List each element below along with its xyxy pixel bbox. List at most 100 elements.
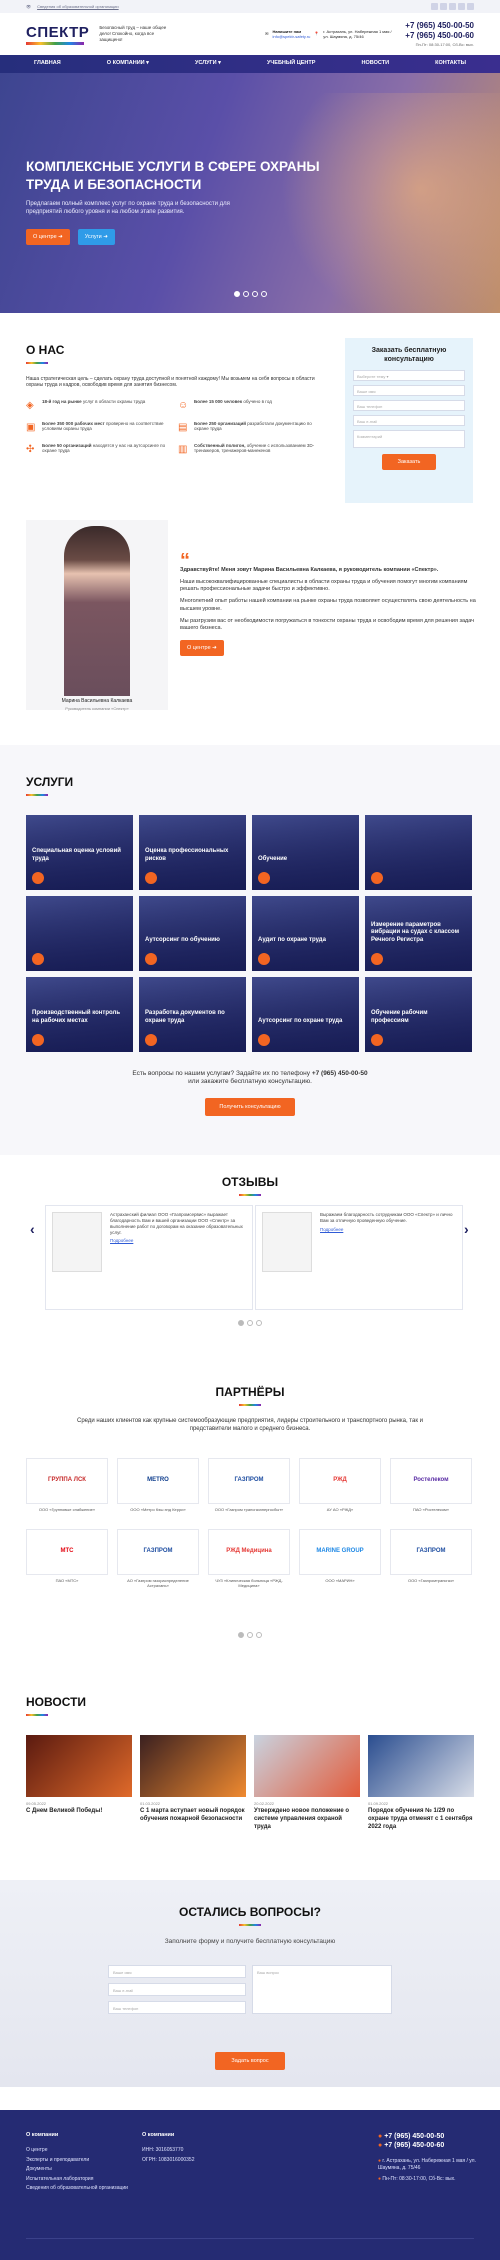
nav-contacts[interactable]: Контакты [435,60,466,67]
service-tile[interactable]: Аудит по охране труда [252,896,359,971]
partner-item[interactable]: ГАЗПРОМ ООО «Газпромтрансгаз» [390,1529,472,1590]
email-field[interactable]: Ваш e-mail [353,415,465,427]
service-tile[interactable]: Специальная оценка условий труда [26,815,133,890]
nav-services[interactable]: Услуги ▾ [195,60,221,67]
slider-dot[interactable] [233,291,240,297]
name-field[interactable]: Ваше имя [353,385,465,397]
partners-dots [0,1632,500,1638]
review-letter[interactable] [262,1212,312,1272]
news-item[interactable]: 20.02.2022 Утверждено новое положение о с… [254,1735,360,1832]
service-tile[interactable]: Аутсорсинг по обучению [139,896,246,971]
contact-email-field[interactable]: Ваш e-mail [108,1983,246,1996]
ask-question-button[interactable]: Задать вопрос [215,2052,285,2070]
partner-item[interactable]: METRO ООО «Метро Кэш энд Керри» [117,1458,199,1519]
service-tile[interactable]: Измерение параметров вибрации на судах с… [365,896,472,971]
service-tile[interactable]: Производственный контроль на рабочих мес… [26,977,133,1052]
footer-link[interactable]: Эксперты и преподаватели [26,2157,136,2164]
feature-item: ▥ Собственный полигон, обучение с использ… [178,442,315,455]
reviews-prev-icon[interactable]: ‹ [30,1220,35,1238]
reviews-next-icon[interactable]: › [464,1220,469,1238]
contact-text: Заполните форму и получите бесплатную ко… [164,1937,336,1945]
partner-item[interactable]: МТС ПАО «МТС» [26,1529,108,1590]
top-link[interactable]: Сведения об образовательной организации [37,4,119,9]
service-tile[interactable]: Разработка документов по охране труда [139,977,246,1052]
services-phone[interactable]: +7 (965) 450-00-50 [312,1070,368,1077]
service-tile[interactable] [26,896,133,971]
header-contact: ✉ Напишите нам info@spektr-safety.ru 📍 г.… [265,21,474,47]
slider-dot[interactable] [238,1320,244,1326]
whatsapp-icon[interactable] [449,3,456,10]
slider-dot[interactable] [256,1320,262,1326]
youtube-icon[interactable] [467,3,474,10]
slider-dot[interactable] [247,1632,253,1638]
topic-select[interactable]: Выберите тему ▾ [353,370,465,382]
footer-link[interactable]: Документы [26,2166,136,2173]
nav-about[interactable]: О компании ▾ [107,60,149,67]
header-phone-2[interactable]: +7 (965) 450-00-60 [405,31,474,41]
nav-home[interactable]: Главная [34,60,61,67]
header-email[interactable]: info@spektr-safety.ru [273,34,311,39]
partner-item[interactable]: РЖД АУ АО «РЖД» [299,1458,381,1519]
header-phones: +7 (965) 450-00-50 +7 (965) 450-00-60 Пн… [405,21,474,47]
consultation-button[interactable]: Получить консультацию [205,1098,295,1116]
clock-icon: ● [378,2176,382,2183]
telegram-icon[interactable] [440,3,447,10]
partner-item[interactable]: Ростелеком ПАО «Ростелеком» [390,1458,472,1519]
contact-phone-field[interactable]: Ваш телефон [108,2001,246,2014]
service-tile[interactable]: Обучение рабочим профессиям [365,977,472,1052]
slider-dot[interactable] [247,1320,253,1326]
hero-banner: Комплексные услуги в сфере охраны труда … [0,73,500,313]
slider-dot[interactable] [251,291,258,297]
director-about-button[interactable]: О центре ➜ [180,639,224,656]
eye-icon[interactable]: 👁 [26,4,31,9]
slider-dot[interactable] [238,1632,244,1638]
slider-dot[interactable] [260,291,267,297]
hero-services-button[interactable]: Услуги ➜ [77,229,115,245]
service-tile[interactable] [365,815,472,890]
slider-dot[interactable] [256,1632,262,1638]
nav-news[interactable]: Новости [362,60,390,67]
hero-about-button[interactable]: О центре ➜ [26,229,70,245]
logo[interactable]: СПЕКТР [26,24,89,45]
footer-phone-1[interactable]: ● +7 (965) 450-00-50 [378,2132,478,2141]
service-tile[interactable]: Оценка профессиональных рисков [139,815,246,890]
reviews-dots [0,1320,500,1326]
partner-item[interactable]: MARINE GROUP ООО «МАРИН» [299,1529,381,1590]
arrow-icon [371,953,383,965]
vk-icon[interactable] [431,3,438,10]
news-item[interactable]: 01.09.2022 Порядок обучения № 1/29 по охр… [368,1735,474,1832]
footer-link[interactable]: О центре [26,2147,136,2154]
ok-icon[interactable] [458,3,465,10]
nav-training[interactable]: Учебный центр [267,60,315,67]
review-letter[interactable] [52,1212,102,1272]
contact-question-field[interactable]: Ваш вопрос [252,1965,392,2014]
footer-hours: ● Пн-Пт: 08:30-17:00, Сб-Вс: вых. [378,2176,456,2183]
phone-icon: ● [378,2133,383,2140]
service-tile[interactable]: Обучение [252,815,359,890]
news-item[interactable]: 01.03.2022 С 1 марта вступает новый поряд… [140,1735,246,1832]
feature-item: ▤ Более 250 организаций разработали докум… [178,420,312,433]
partner-item[interactable]: ГАЗПРОМ АО «Газпром газораспределение Аст… [117,1529,199,1590]
service-tile[interactable]: Аутсорсинг по охране труда [252,977,359,1052]
phone-field[interactable]: Ваш телефон [353,400,465,412]
header-phone-1[interactable]: +7 (965) 450-00-50 [405,21,474,31]
slider-dot[interactable] [242,291,249,297]
footer-phone-2[interactable]: ● +7 (965) 450-00-60 [378,2141,478,2150]
arrow-icon [371,1034,383,1046]
partner-item[interactable]: ГАЗПРОМ ООО «Газпром трансгазэнергосбыт» [208,1458,290,1519]
hero-slider-dots [0,291,500,297]
order-button[interactable]: Заказать [381,454,437,471]
footer-link[interactable]: Испытательная лаборатория [26,2176,136,2183]
comment-field[interactable]: Комментарий [353,430,465,449]
news-item[interactable]: 09.05.2022 С Днем Великой Победы! [26,1735,132,1832]
consultation-form: Заказать бесплатную консультацию Выберит… [345,338,473,503]
contact-name-field[interactable]: Ваше имя [108,1965,246,1978]
footer-address: ● г. Астрахань, ул. Набережная 1 мая / у… [378,2158,476,2171]
partner-item[interactable]: РЖД Медицина ЧУЗ «Клиническая больница «Р… [208,1529,290,1590]
arrow-icon [258,872,270,884]
partner-item[interactable]: ГРУППА ЛСК ООО «Групповые снабжение» [26,1458,108,1519]
footer-link[interactable]: Сведения об образовательной организации [26,2185,136,2192]
partners-grid: ГРУППА ЛСК ООО «Групповые снабжение» METR… [26,1458,474,1590]
document-icon: ▤ [178,421,188,433]
footer-company: О компании ИНН: 3016053770 ОГРН: 1083016… [142,2132,195,2163]
